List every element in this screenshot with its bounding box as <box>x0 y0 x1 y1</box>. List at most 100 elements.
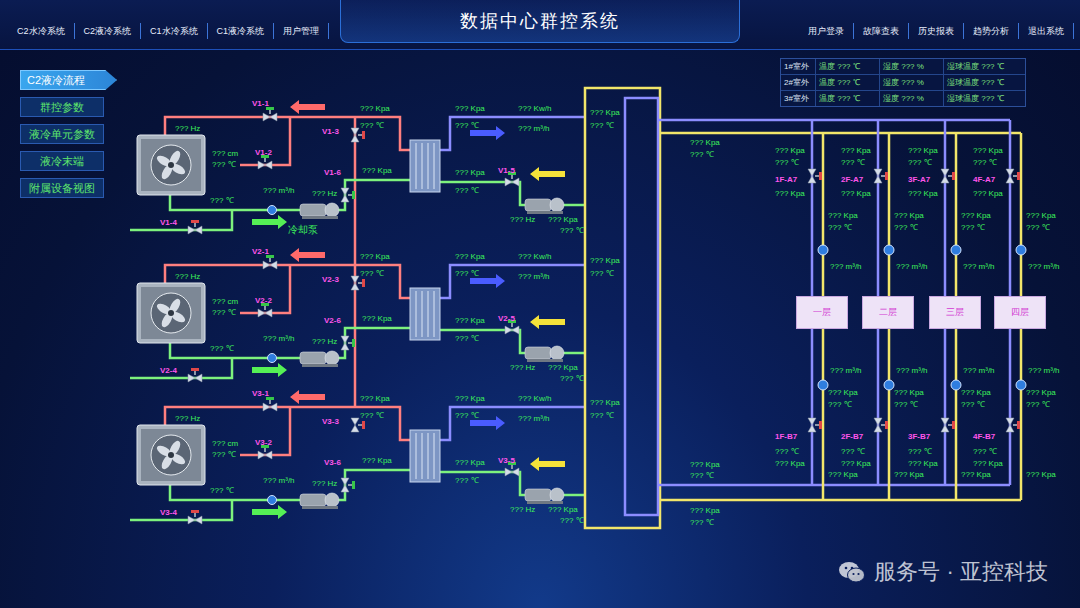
floor-box[interactable]: 三层 <box>929 296 981 329</box>
reading-label: ??? ℃ <box>908 447 932 457</box>
valve-icon <box>808 169 822 183</box>
reading-label: ??? m³/h <box>963 366 995 376</box>
nav-item[interactable]: 退出系统 <box>1019 23 1074 39</box>
process-diagram: V1-1??? HzV1-2??? cm??? ℃??? m³/h??? ℃V1… <box>130 50 1080 608</box>
reading-label: ??? ℃ <box>212 160 236 170</box>
reading-label: ??? Kpa <box>894 470 924 480</box>
flow-arrow-icon <box>252 363 287 377</box>
nav-item[interactable]: 用户登录 <box>799 23 854 39</box>
reading-label: ??? ℃ <box>894 400 918 410</box>
reading-label: ??? Kpa <box>590 256 620 266</box>
reading-label: ??? ℃ <box>775 158 799 168</box>
sidebar-item[interactable]: 附属设备视图 <box>20 178 104 198</box>
reading-label: ??? cm <box>212 439 238 449</box>
reading-label: ??? Kpa <box>455 394 485 404</box>
flowmeter-icon <box>268 354 277 363</box>
flowmeter-icon <box>818 245 828 255</box>
floor-box[interactable]: 一层 <box>796 296 848 329</box>
sidebar-item[interactable]: 液冷单元参数 <box>20 124 104 144</box>
cooling-tower-icon <box>137 283 205 343</box>
valve-label: 2F-A7 <box>841 175 863 185</box>
weather-cell: 湿球温度 ??? ℃ <box>943 75 1025 90</box>
valve-icon <box>263 397 277 411</box>
reading-label: ??? Hz <box>175 124 200 134</box>
reading-label: ??? ℃ <box>455 121 479 131</box>
heat-exchanger-icon <box>410 140 440 192</box>
reading-label: ??? ℃ <box>690 150 714 160</box>
nav-item[interactable]: C2液冷系统 <box>75 23 142 39</box>
cold-pipe <box>130 358 232 378</box>
valve-icon <box>351 276 365 290</box>
weather-row: 3#室外温度 ??? ℃湿度 ??? %湿球温度 ??? ℃ <box>781 90 1025 106</box>
reading-label: ??? Kpa <box>908 146 938 156</box>
weather-cell: 湿度 ??? % <box>879 91 943 106</box>
valve-label: V3-2 <box>255 438 272 448</box>
reading-label: ??? Kw/h <box>518 252 551 262</box>
reading-label: ??? ℃ <box>212 308 236 318</box>
reading-label: ??? ℃ <box>841 447 865 457</box>
nav-item[interactable]: 历史报表 <box>909 23 964 39</box>
manifold-pipe <box>658 119 1010 122</box>
reading-label: ??? m³/h <box>518 124 550 134</box>
nav-item[interactable]: C2水冷系统 <box>8 23 75 39</box>
reading-label: ??? m³/h <box>263 334 295 344</box>
cooling-unit <box>130 390 585 524</box>
reading-label: ??? ℃ <box>1026 400 1050 410</box>
cooling-unit <box>130 100 585 234</box>
nav-item[interactable]: 趋势分析 <box>964 23 1019 39</box>
reading-label: ??? m³/h <box>518 272 550 282</box>
reading-label: ??? ℃ <box>210 486 234 496</box>
sidebar-item[interactable]: C2液冷流程 <box>20 70 117 90</box>
floor-box[interactable]: 四层 <box>994 296 1046 329</box>
reading-label: ??? Kpa <box>908 459 938 469</box>
hot-pipe <box>240 265 290 313</box>
pump-label: 冷却泵 <box>288 224 318 236</box>
reading-label: ??? Kpa <box>961 211 991 221</box>
reading-label: ??? Kpa <box>973 189 1003 199</box>
reading-label: ??? Kpa <box>1026 470 1056 480</box>
reading-label: ??? ℃ <box>360 411 384 421</box>
flow-arrow-icon <box>252 215 287 229</box>
reading-label: ??? Kpa <box>455 252 485 262</box>
reading-label: ??? Hz <box>510 505 535 515</box>
reading-label: ??? Kpa <box>362 314 392 324</box>
floor-box[interactable]: 二层 <box>862 296 914 329</box>
valve-icon <box>351 128 365 142</box>
buffer-tank <box>585 88 660 528</box>
nav-item[interactable]: 用户管理 <box>274 23 329 39</box>
weather-cell: 湿球温度 ??? ℃ <box>943 91 1025 106</box>
weather-cell: 1#室外 <box>781 59 815 74</box>
flowmeter-icon <box>1016 245 1026 255</box>
flow-arrow-icon <box>530 315 565 329</box>
reading-label: ??? Kpa <box>894 211 924 221</box>
reading-label: ??? Kpa <box>690 138 720 148</box>
valve-label: V3-3 <box>322 417 339 427</box>
weather-cell: 3#室外 <box>781 91 815 106</box>
pump-icon <box>525 198 564 214</box>
nav-item[interactable]: C1水冷系统 <box>141 23 208 39</box>
sidebar-item[interactable]: 群控参数 <box>20 97 104 117</box>
weather-cell: 温度 ??? ℃ <box>815 91 879 106</box>
nav-item[interactable]: 故障查表 <box>854 23 909 39</box>
weather-cell: 温度 ??? ℃ <box>815 59 879 74</box>
sidebar-item[interactable]: 液冷末端 <box>20 151 104 171</box>
tank-inner-pipe <box>625 98 658 515</box>
reading-label: ??? ℃ <box>590 269 614 279</box>
valve-icon <box>188 368 202 382</box>
flowmeter-icon <box>818 380 828 390</box>
flowmeter-icon <box>268 496 277 505</box>
reading-label: ??? Hz <box>510 215 535 225</box>
valve-label: V3-6 <box>324 458 341 468</box>
valve-label: V1-2 <box>255 148 272 158</box>
nav-item[interactable]: C1液冷系统 <box>208 23 275 39</box>
reading-label: ??? m³/h <box>263 476 295 486</box>
pump-icon <box>525 488 564 504</box>
reading-label: ??? ℃ <box>210 344 234 354</box>
valve-icon <box>263 107 277 121</box>
heat-exchanger-icon <box>410 288 440 340</box>
flow-arrow-icon <box>290 390 325 404</box>
reading-label: ??? Hz <box>175 414 200 424</box>
weather-cell: 温度 ??? ℃ <box>815 75 879 90</box>
reading-label: ??? m³/h <box>896 262 928 272</box>
weather-cell: 湿度 ??? % <box>879 75 943 90</box>
